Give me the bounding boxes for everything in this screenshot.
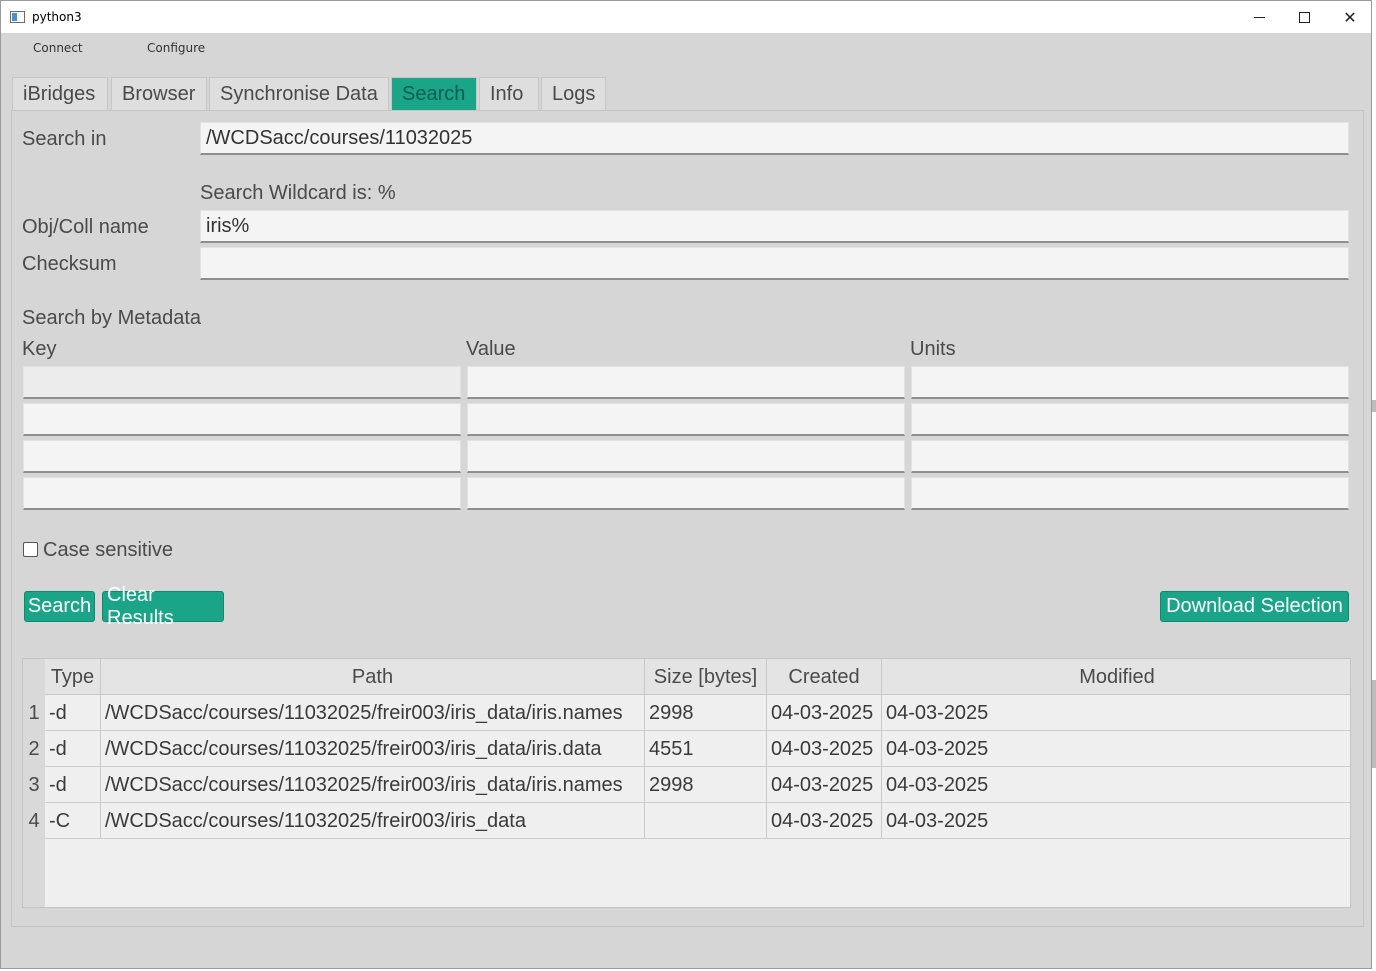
title-bar: python3 ✕ (1, 1, 1371, 33)
wildcard-note: Search Wildcard is: % (200, 182, 396, 204)
obj-coll-name-input[interactable] (200, 210, 1349, 243)
metadata-section-title: Search by Metadata (22, 307, 201, 329)
minimize-icon (1253, 16, 1265, 18)
obj-coll-name-label: Obj/Coll name (22, 216, 149, 238)
tab-info[interactable]: Info (479, 77, 539, 111)
cell-modified: 04-03-2025 (886, 810, 989, 832)
menu-connect[interactable]: Connect (33, 41, 83, 55)
metadata-units-input-3[interactable] (911, 440, 1349, 473)
case-sensitive-label: Case sensitive (43, 539, 174, 561)
cell-size (645, 803, 767, 839)
column-header-modified[interactable]: Modified (882, 659, 1352, 695)
column-header-size[interactable]: Size [bytes] (645, 659, 767, 695)
background-window-edge (1372, 400, 1376, 412)
cell-type: -d (45, 695, 101, 731)
background-window-edge (1372, 680, 1376, 768)
cell-created: 04-03-2025 (767, 803, 882, 839)
cell-modified: 04-03-2025 (886, 702, 989, 724)
metadata-value-input-3[interactable] (467, 440, 905, 473)
case-sensitive-checkbox[interactable] (23, 542, 38, 557)
metadata-units-input-4[interactable] (911, 477, 1349, 510)
tab-synchronise-data[interactable]: Synchronise Data (209, 77, 389, 111)
cell-created: 04-03-2025 (767, 767, 882, 803)
window-title: python3 (32, 10, 82, 24)
tab-browser[interactable]: Browser (111, 77, 207, 111)
table-row[interactable]: 2 -d /WCDSacc/courses/11032025/freir003/… (23, 731, 1350, 767)
metadata-units-header: Units (910, 338, 956, 360)
metadata-key-input-1[interactable] (23, 366, 461, 399)
row-number: 1 (23, 695, 45, 731)
metadata-value-input-1[interactable] (467, 366, 905, 399)
app-icon (10, 11, 25, 23)
metadata-key-header: Key (22, 338, 57, 360)
tab-search[interactable]: Search (391, 77, 477, 111)
menu-configure[interactable]: Configure (147, 41, 205, 55)
maximize-button[interactable] (1281, 1, 1327, 33)
download-selection-button[interactable]: Download Selection (1160, 591, 1349, 622)
metadata-value-header: Value (466, 338, 516, 360)
cell-size: 4551 (645, 731, 767, 767)
tab-ibridges[interactable]: iBridges (12, 77, 108, 111)
table-row[interactable]: 4 -C /WCDSacc/courses/11032025/freir003/… (23, 803, 1350, 839)
cell-type: -d (45, 731, 101, 767)
search-in-label: Search in (22, 128, 107, 150)
cell-modified: 04-03-2025 (886, 774, 989, 796)
metadata-key-input-2[interactable] (23, 403, 461, 436)
row-number: 2 (23, 731, 45, 767)
checksum-input[interactable] (200, 247, 1349, 280)
row-number: 4 (23, 803, 45, 839)
metadata-key-input-4[interactable] (23, 477, 461, 510)
metadata-units-input-1[interactable] (911, 366, 1349, 399)
column-header-type[interactable]: Type (45, 659, 101, 695)
cell-created: 04-03-2025 (767, 695, 882, 731)
checksum-label: Checksum (22, 253, 117, 275)
menu-bar: Connect Configure (1, 37, 1371, 59)
cell-type: -d (45, 767, 101, 803)
metadata-units-input-2[interactable] (911, 403, 1349, 436)
minimize-button[interactable] (1236, 1, 1282, 33)
table-header-row: Type Path Size [bytes] Created Modified (23, 659, 1350, 695)
close-icon: ✕ (1343, 7, 1357, 27)
maximize-icon (1298, 11, 1310, 23)
cell-path: /WCDSacc/courses/11032025/freir003/iris_… (101, 695, 645, 731)
column-header-created[interactable]: Created (767, 659, 882, 695)
cell-path: /WCDSacc/courses/11032025/freir003/iris_… (101, 803, 645, 839)
search-in-input[interactable] (200, 122, 1349, 155)
cell-path: /WCDSacc/courses/11032025/freir003/iris_… (101, 767, 645, 803)
cell-created: 04-03-2025 (767, 731, 882, 767)
cell-modified: 04-03-2025 (886, 738, 989, 760)
results-table: Type Path Size [bytes] Created Modified … (22, 658, 1351, 908)
table-row[interactable]: 3 -d /WCDSacc/courses/11032025/freir003/… (23, 767, 1350, 803)
cell-size: 2998 (645, 695, 767, 731)
metadata-key-input-3[interactable] (23, 440, 461, 473)
metadata-value-input-2[interactable] (467, 403, 905, 436)
column-header-path[interactable]: Path (101, 659, 645, 695)
tab-logs[interactable]: Logs (541, 77, 606, 111)
app-window: python3 ✕ Connect Configure iBridges Bro… (0, 0, 1372, 969)
table-row[interactable]: 1 -d /WCDSacc/courses/11032025/freir003/… (23, 695, 1350, 731)
cell-path: /WCDSacc/courses/11032025/freir003/iris_… (101, 731, 645, 767)
clear-results-button[interactable]: Clear Results (102, 584, 224, 629)
search-button[interactable]: Search (24, 591, 95, 622)
close-button[interactable]: ✕ (1327, 1, 1373, 33)
cell-size: 2998 (645, 767, 767, 803)
metadata-value-input-4[interactable] (467, 477, 905, 510)
cell-type: -C (45, 803, 101, 839)
header-corner (23, 659, 45, 695)
row-number: 3 (23, 767, 45, 803)
